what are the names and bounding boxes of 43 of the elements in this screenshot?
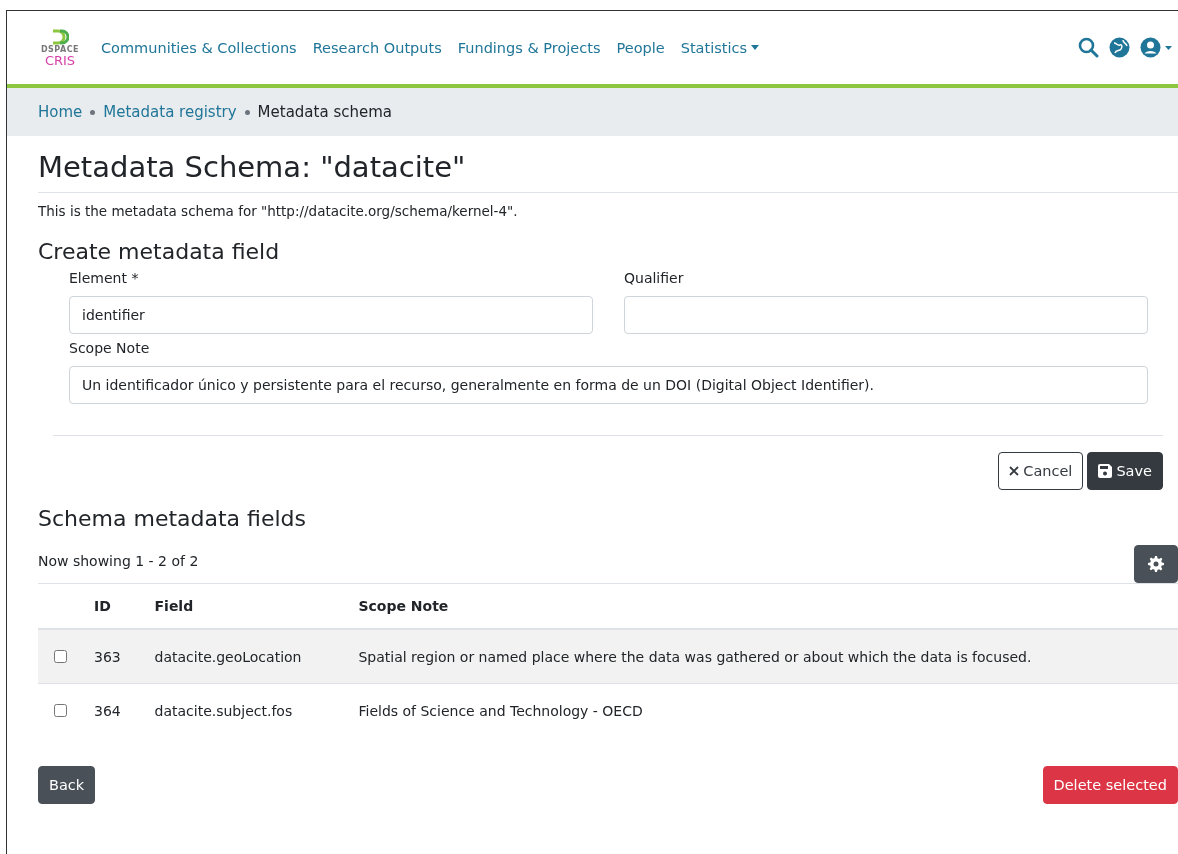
table-cell: Fields of Science and Technology - OECD (346, 683, 1178, 737)
breadcrumb-link[interactable]: Home (38, 103, 83, 121)
separator-dot (90, 109, 96, 115)
close-icon (1009, 466, 1020, 476)
section-title: Schema metadata fields (38, 506, 307, 531)
results-count: Now showing 1 - 2 of 2 (38, 553, 199, 569)
globe-icon[interactable] (1109, 37, 1130, 58)
nav-link[interactable]: Statistics (680, 39, 759, 56)
table-cell: datacite.subject.fos (142, 683, 347, 737)
page-title: Metadata Schema: "datacite" (38, 150, 1178, 193)
qualifier-field[interactable] (624, 296, 1148, 334)
nav-link[interactable]: Communities & Collections (101, 39, 297, 56)
logo-icon (51, 28, 69, 45)
search-icon[interactable] (1078, 37, 1099, 58)
table-cell: datacite.geoLocation (142, 629, 347, 684)
row-checkbox[interactable] (54, 650, 67, 663)
nav-link[interactable]: Research Outputs (312, 39, 442, 56)
user-icon[interactable] (1140, 37, 1172, 58)
logo-text: DSPACE (40, 44, 80, 54)
separator-dot (244, 109, 250, 115)
settings-button[interactable] (1134, 545, 1178, 583)
form-title: Create metadata field (38, 239, 281, 264)
save-button[interactable]: Save (1087, 452, 1163, 490)
cancel-button[interactable]: Cancel (998, 452, 1084, 490)
caret-icon (751, 45, 759, 50)
scope-note-field[interactable]: Un identificador único y persistente para el recurso, generalmente en forma de un DOI (Digital Object Identifier). (69, 366, 1148, 404)
table-cell: 363 (82, 629, 143, 684)
settings-icon (1148, 556, 1164, 572)
breadcrumb-link[interactable]: Metadata registry (103, 103, 237, 121)
table-cell: 364 (82, 683, 143, 737)
field-label: Element * (69, 270, 140, 286)
breadcrumb-current[interactable]: Metadata schema (257, 103, 392, 121)
back-button[interactable]: Back (38, 766, 96, 804)
field-label: Scope Note (69, 340, 151, 356)
delete-button[interactable]: Delete selected (1042, 766, 1178, 804)
nav-link[interactable]: Fundings & Projects (457, 39, 601, 56)
element-field[interactable]: identifier (69, 296, 593, 334)
nav-link[interactable]: People (616, 39, 665, 56)
field-label: Qualifier (624, 270, 685, 286)
table-cell: Spatial region or named place where the data was gathered or about which the data is focused. (346, 629, 1178, 684)
logo-text: CRIS (44, 53, 76, 67)
schema-description: This is the metadata schema for "http://datacite.org/schema/kernel-4". (38, 203, 519, 219)
row-checkbox[interactable] (54, 704, 67, 717)
